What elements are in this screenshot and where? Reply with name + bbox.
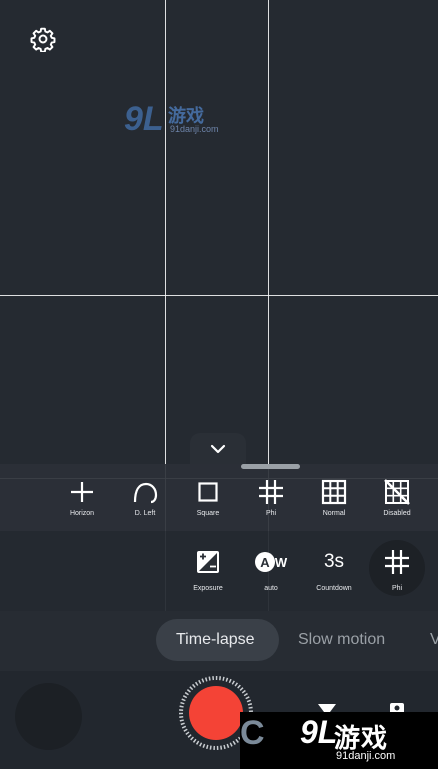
setting-countdown[interactable]: 3s Countdown xyxy=(304,545,364,592)
grid-option-square[interactable]: Square xyxy=(178,478,238,517)
watermark-logo: 9L xyxy=(124,100,164,138)
watermark-url: 91danji.com xyxy=(170,124,219,134)
spiral-icon xyxy=(133,482,158,504)
countdown-icon: 3s xyxy=(323,551,345,572)
grid-option-label: D. Left xyxy=(134,510,156,517)
grid-option-horizon[interactable]: Horizon xyxy=(52,478,112,517)
square-icon xyxy=(198,482,218,502)
grid-option-label: Disabled xyxy=(383,510,411,517)
settings-button[interactable] xyxy=(28,24,58,54)
mode-next-partial[interactable]: V xyxy=(430,631,438,649)
gallery-thumbnail[interactable] xyxy=(15,683,82,750)
svg-text:W: W xyxy=(275,555,288,570)
setting-grid-phi[interactable]: Phi xyxy=(367,545,427,592)
setting-white-balance[interactable]: A W auto xyxy=(241,545,301,592)
panel-drag-handle[interactable] xyxy=(241,464,300,469)
grid-option-label: Normal xyxy=(322,510,346,517)
svg-text:A: A xyxy=(260,555,270,570)
grid-3x3-icon xyxy=(321,479,347,505)
grid-option-label: Square xyxy=(196,510,220,517)
watermark-bottom-logo: 9L xyxy=(300,714,338,750)
setting-label: auto xyxy=(264,585,278,592)
setting-label: Phi xyxy=(391,585,403,592)
grid-option-label: Horizon xyxy=(69,510,95,517)
setting-exposure[interactable]: Exposure xyxy=(178,545,238,592)
plus-icon xyxy=(71,482,93,502)
grid-off-icon xyxy=(384,479,410,505)
watermark-letter: C xyxy=(240,714,265,752)
chevron-down-icon xyxy=(210,444,226,454)
grid-hash-icon xyxy=(385,550,409,574)
record-button[interactable] xyxy=(189,686,243,740)
setting-label: Countdown xyxy=(316,585,352,592)
grid-line-horizontal-1 xyxy=(0,295,438,296)
grid-hash-icon xyxy=(259,480,283,504)
watermark-bottom-url: 91danji.com xyxy=(336,750,396,762)
setting-label: Exposure xyxy=(193,585,223,592)
gear-icon xyxy=(30,27,56,52)
grid-option-normal[interactable]: Normal xyxy=(304,478,364,517)
mode-time-lapse-label[interactable]: Time-lapse xyxy=(176,631,255,649)
watermark-top: 9L 游戏 91danji.com xyxy=(124,100,224,138)
grid-option-phi[interactable]: Phi xyxy=(241,478,301,517)
white-balance-auto-icon: A W xyxy=(255,552,288,572)
mode-slow-motion[interactable]: Slow motion xyxy=(298,631,385,649)
grid-option-disabled[interactable]: Disabled xyxy=(367,478,427,517)
collapse-panel-button[interactable] xyxy=(190,433,246,465)
exposure-icon xyxy=(197,551,219,573)
grid-option-label: Phi xyxy=(265,510,277,517)
grid-option-d-left[interactable]: D. Left xyxy=(115,478,175,517)
